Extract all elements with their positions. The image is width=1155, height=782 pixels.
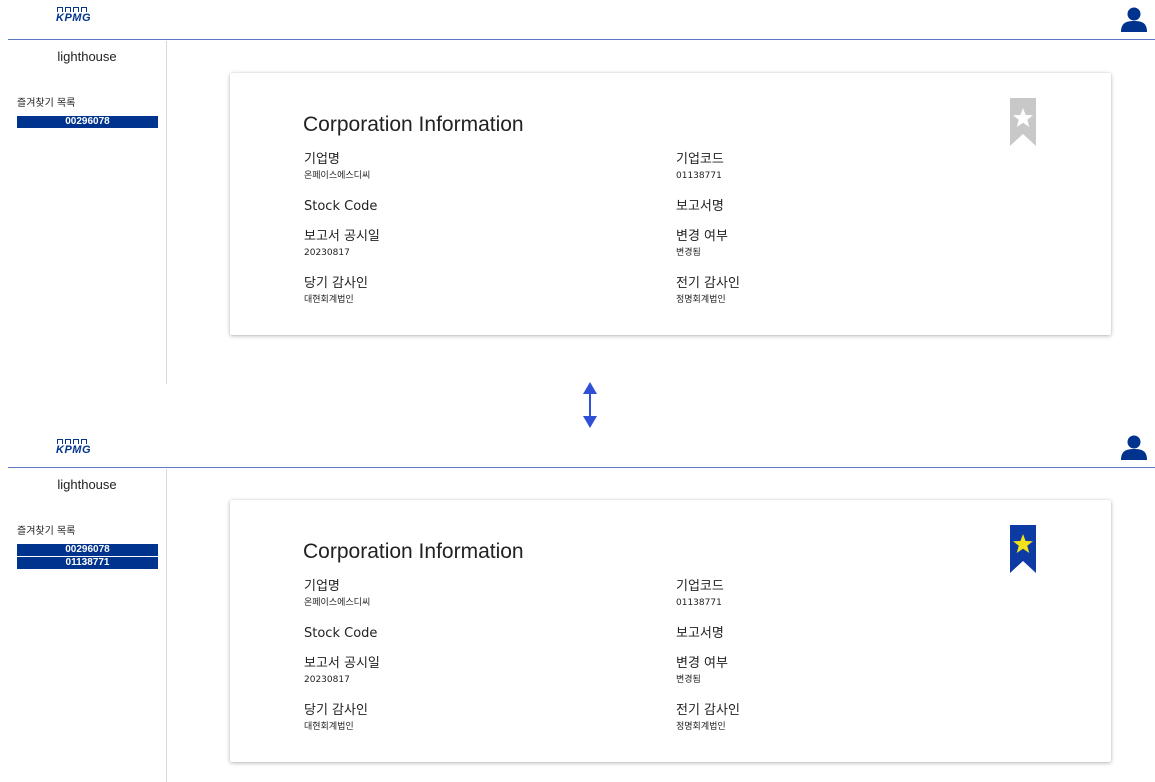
field-label: 기업명 (304, 152, 340, 167)
sidebar: lighthouse 즐겨찾기 목록 00296078 (8, 41, 167, 384)
logo-bars (57, 7, 87, 12)
stock-code-field: Stock Code (304, 626, 377, 642)
report-date-field: 보고서 공시일 20230817 (304, 656, 380, 686)
field-value: 변경됨 (676, 675, 701, 685)
changed-field: 변경 여부 변경됨 (676, 229, 728, 259)
field-value: 01138771 (676, 598, 722, 608)
kpmg-logo[interactable]: KPMG (56, 7, 91, 24)
after-screen: KPMG lighthouse 즐겨찾기 목록 00296078 0113877… (0, 428, 1155, 782)
bookmark-icon[interactable] (1010, 98, 1036, 146)
field-label: 기업명 (304, 579, 340, 594)
report-name-field: 보고서명 (676, 626, 724, 642)
previous-auditor-field: 전기 감사인 정명회계법인 (676, 703, 740, 733)
field-label: 당기 감사인 (304, 703, 368, 718)
favorites-title: 즐겨찾기 목록 (17, 98, 76, 109)
stock-code-field: Stock Code (304, 199, 377, 215)
field-label: Stock Code (304, 626, 378, 641)
current-auditor-field: 당기 감사인 대현회계법인 (304, 276, 368, 306)
field-label: 기업코드 (676, 579, 724, 594)
field-label: 보고서 공시일 (304, 656, 380, 671)
user-icon[interactable] (1121, 6, 1147, 32)
field-label: 보고서명 (676, 199, 724, 214)
top-bar: KPMG (8, 0, 1155, 40)
company-name-field: 기업명 온페이스에스디씨 (304, 579, 370, 609)
field-value: 온페이스에스디씨 (304, 598, 371, 608)
user-icon[interactable] (1121, 434, 1147, 460)
field-label: 변경 여부 (676, 229, 728, 244)
logo-text: KPMG (56, 444, 91, 456)
field-label: 전기 감사인 (676, 276, 740, 291)
kpmg-logo[interactable]: KPMG (56, 439, 91, 456)
sidebar-brand[interactable]: lighthouse (8, 477, 166, 492)
logo-text: KPMG (56, 12, 91, 24)
field-value: 변경됨 (676, 248, 701, 258)
report-date-field: 보고서 공시일 20230817 (304, 229, 380, 259)
field-value: 20230817 (304, 675, 350, 685)
corporation-info-card: Corporation Information 기업명 온페이스에스디씨 기업코… (230, 73, 1111, 335)
field-label: 보고서명 (676, 626, 724, 641)
before-screen: KPMG lighthouse 즐겨찾기 목록 00296078 Corpora… (0, 0, 1155, 384)
field-value: 대현회계법인 (304, 722, 354, 732)
top-bar: KPMG (8, 428, 1155, 468)
field-label: 기업코드 (676, 152, 724, 167)
field-value: 01138771 (676, 171, 722, 181)
double-arrow-icon (583, 382, 597, 428)
favorites-list: 00296078 (17, 116, 158, 129)
field-label: 당기 감사인 (304, 276, 368, 291)
company-name-field: 기업명 온페이스에스디씨 (304, 152, 370, 182)
company-code-field: 기업코드 01138771 (676, 579, 724, 609)
field-label: 변경 여부 (676, 656, 728, 671)
favorites-title: 즐겨찾기 목록 (17, 526, 76, 537)
card-title: Corporation Information (303, 113, 524, 136)
current-auditor-field: 당기 감사인 대현회계법인 (304, 703, 368, 733)
field-value: 온페이스에스디씨 (304, 171, 371, 181)
bookmark-filled-icon[interactable] (1010, 525, 1036, 573)
field-value: 정명회계법인 (676, 295, 726, 305)
corporation-info-card: Corporation Information 기업명 온페이스에스디씨 기업코… (230, 500, 1111, 762)
card-title: Corporation Information (303, 540, 524, 563)
report-name-field: 보고서명 (676, 199, 724, 215)
logo-bars (57, 439, 87, 444)
favorites-list: 00296078 01138771 (17, 544, 158, 570)
sidebar: lighthouse 즐겨찾기 목록 00296078 01138771 (8, 469, 167, 782)
changed-field: 변경 여부 변경됨 (676, 656, 728, 686)
field-value: 대현회계법인 (304, 295, 354, 305)
favorite-item[interactable]: 00296078 (17, 544, 158, 556)
sidebar-brand[interactable]: lighthouse (8, 49, 166, 64)
field-value: 정명회계법인 (676, 722, 726, 732)
favorite-item[interactable]: 00296078 (17, 116, 158, 128)
field-label: 보고서 공시일 (304, 229, 380, 244)
previous-auditor-field: 전기 감사인 정명회계법인 (676, 276, 740, 306)
field-label: 전기 감사인 (676, 703, 740, 718)
field-label: Stock Code (304, 199, 378, 214)
field-value: 20230817 (304, 248, 350, 258)
company-code-field: 기업코드 01138771 (676, 152, 724, 182)
favorite-item[interactable]: 01138771 (17, 557, 158, 569)
